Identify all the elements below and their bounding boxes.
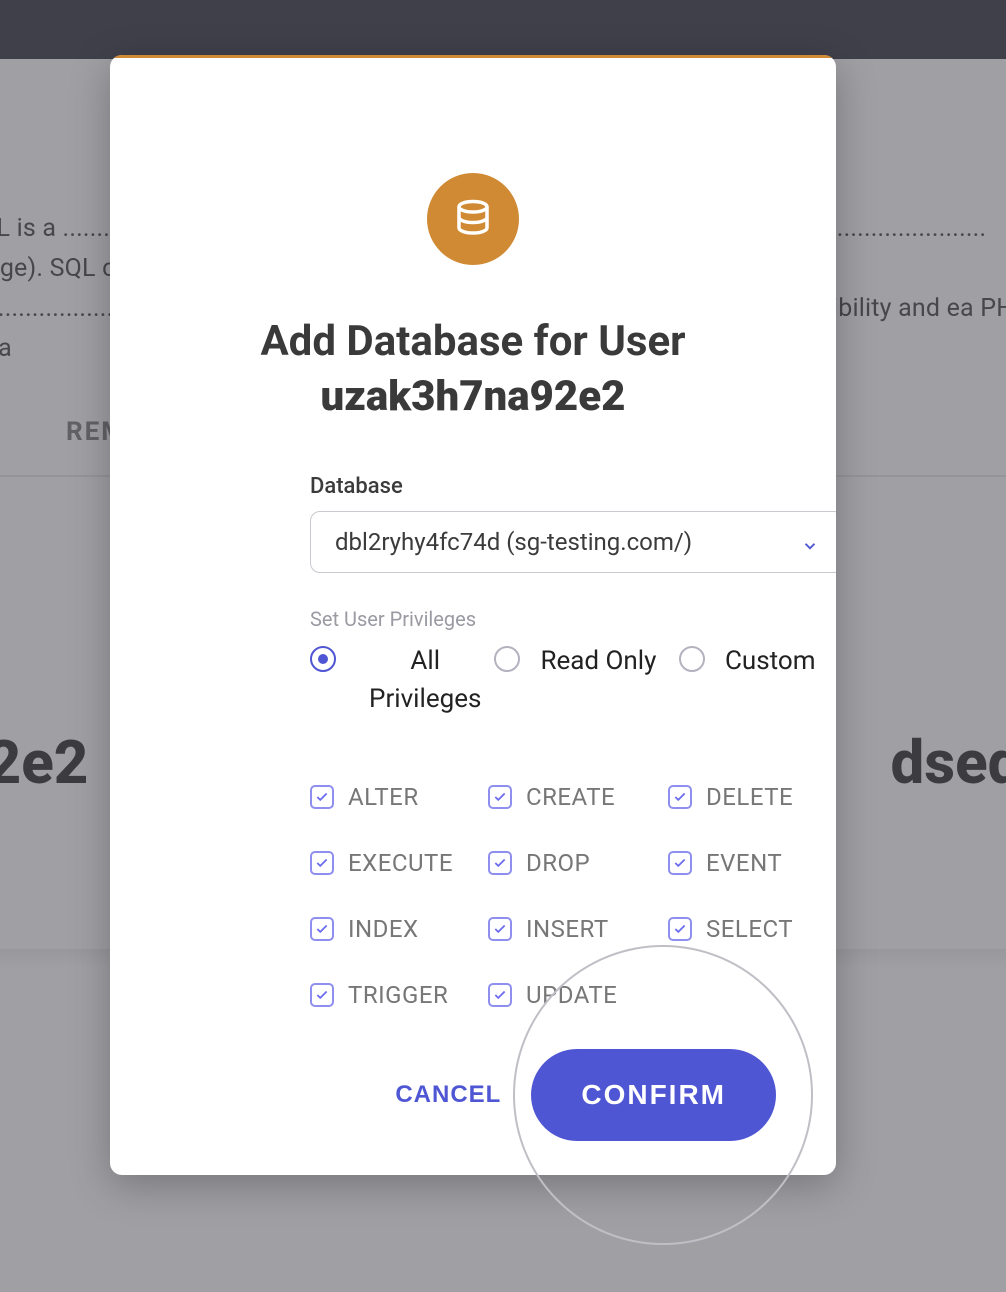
radio-icon	[679, 646, 705, 672]
checkbox-label: TRIGGER	[348, 981, 448, 1009]
checkbox-update[interactable]: UPDATE	[488, 981, 668, 1009]
modal-actions: CANCEL CONFIRM	[110, 1015, 836, 1175]
radio-label: Custom	[725, 643, 816, 681]
checkmark-icon	[310, 851, 334, 875]
radio-label: Read Only	[540, 643, 656, 681]
database-icon	[427, 173, 519, 265]
checkmark-icon	[668, 851, 692, 875]
chevron-down-icon	[801, 533, 819, 551]
radio-label: All Privileges	[356, 643, 494, 718]
checkbox-execute[interactable]: EXECUTE	[310, 849, 488, 877]
checkbox-label: DELETE	[706, 783, 793, 811]
confirm-button[interactable]: CONFIRM	[531, 1049, 776, 1141]
privilege-mode-radios: All Privileges Read Only Custom	[310, 643, 836, 718]
modal-title: Add Database for User uzak3h7na92e2	[110, 315, 836, 424]
database-select-value: dbl2ryhy4fc74d (sg-testing.com/)	[335, 528, 692, 556]
radio-icon	[494, 646, 520, 672]
checkbox-insert[interactable]: INSERT	[488, 915, 668, 943]
database-field-label: Database	[310, 474, 836, 499]
checkbox-label: EXECUTE	[348, 849, 453, 877]
checkbox-select[interactable]: SELECT	[668, 915, 836, 943]
checkmark-icon	[668, 785, 692, 809]
modal-top-accent	[110, 55, 836, 58]
checkmark-icon	[310, 785, 334, 809]
checkbox-create[interactable]: CREATE	[488, 783, 668, 811]
checkbox-index[interactable]: INDEX	[310, 915, 488, 943]
checkbox-alter[interactable]: ALTER	[310, 783, 488, 811]
add-database-modal: Add Database for User uzak3h7na92e2 Data…	[110, 55, 836, 1175]
checkmark-icon	[488, 917, 512, 941]
checkbox-drop[interactable]: DROP	[488, 849, 668, 877]
modal-title-username: uzak3h7na92e2	[321, 372, 626, 421]
checkmark-icon	[488, 851, 512, 875]
checkbox-label: UPDATE	[526, 981, 617, 1009]
checkbox-label: EVENT	[706, 849, 782, 877]
checkmark-icon	[310, 983, 334, 1007]
checkbox-delete[interactable]: DELETE	[668, 783, 836, 811]
radio-all-privileges[interactable]: All Privileges	[310, 643, 494, 718]
checkmark-icon	[488, 983, 512, 1007]
checkbox-trigger[interactable]: TRIGGER	[310, 981, 488, 1009]
modal-title-line1: Add Database for User	[260, 317, 685, 366]
checkbox-label: CREATE	[526, 783, 615, 811]
checkbox-label: INSERT	[526, 915, 609, 943]
checkmark-icon	[488, 785, 512, 809]
checkmark-icon	[310, 917, 334, 941]
radio-icon	[310, 646, 336, 672]
radio-custom[interactable]: Custom	[679, 643, 836, 718]
cancel-button[interactable]: CANCEL	[395, 1081, 501, 1109]
privileges-section-label: Set User Privileges	[310, 607, 476, 631]
checkbox-label: INDEX	[348, 915, 419, 943]
checkbox-label: DROP	[526, 849, 590, 877]
privilege-checkboxes: ALTER CREATE DELETE EXECUTE DROP EV	[310, 783, 836, 1047]
radio-read-only[interactable]: Read Only	[494, 643, 678, 718]
checkbox-label: ALTER	[348, 783, 419, 811]
checkbox-event[interactable]: EVENT	[668, 849, 836, 877]
checkmark-icon	[668, 917, 692, 941]
database-select[interactable]: dbl2ryhy4fc74d (sg-testing.com/)	[310, 511, 836, 573]
checkbox-label: SELECT	[706, 915, 793, 943]
